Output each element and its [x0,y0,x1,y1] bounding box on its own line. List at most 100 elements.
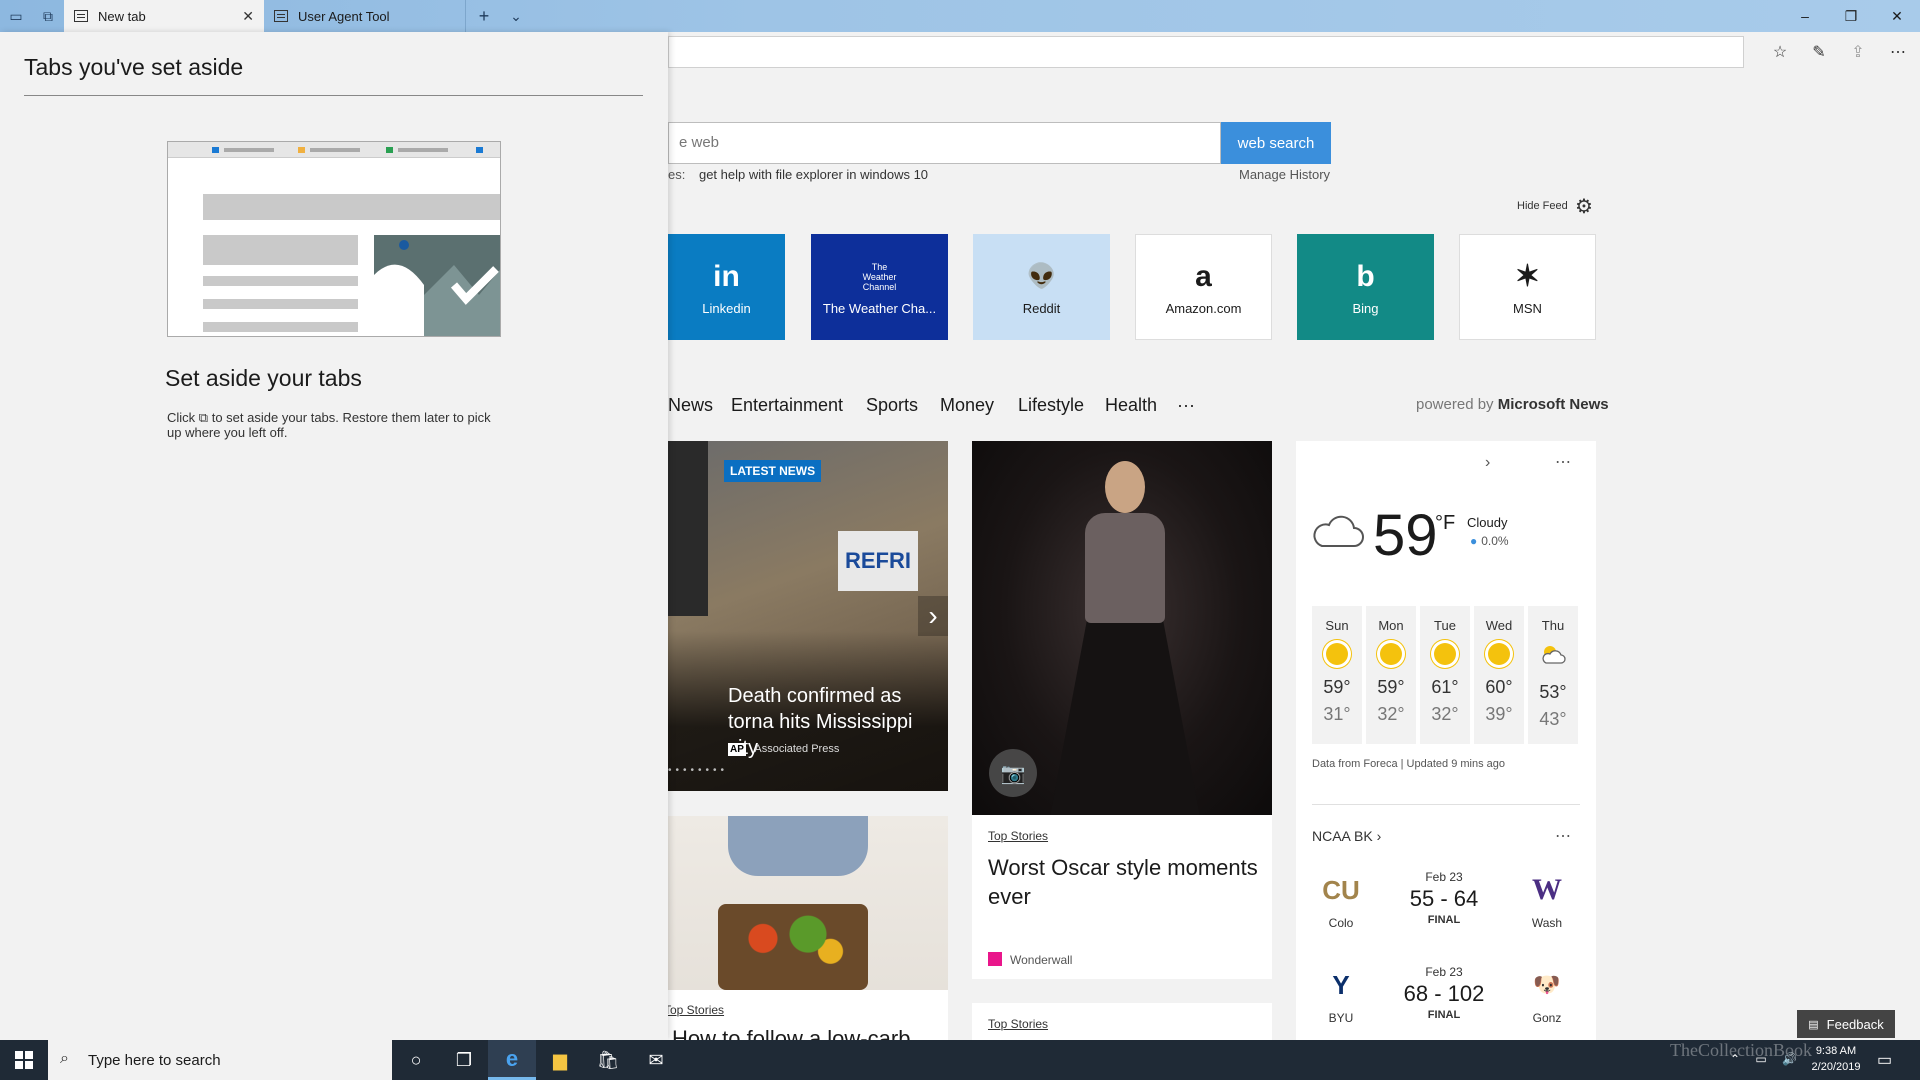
clock[interactable]: 9:38 AM 2/20/2019 [1808,1043,1864,1075]
camera-icon[interactable]: 📷 [989,749,1037,797]
category-sports[interactable]: Sports [866,395,918,416]
hide-feed-link[interactable]: Hide Feed [1517,200,1568,212]
cortana-icon[interactable]: ○ [392,1040,440,1080]
top-site-msn[interactable]: ✶ MSN [1459,234,1596,340]
top-site-label: Reddit [1022,300,1061,316]
forecast-low: 43° [1539,709,1567,729]
weather-footer[interactable]: Data from Foreca | Updated 9 mins ago [1312,758,1505,770]
top-site-reddit[interactable]: 👽 Reddit [973,234,1110,340]
feedback-button[interactable]: ▤ Feedback [1797,1010,1895,1038]
illustration-line [203,235,358,265]
forecast-day[interactable]: Mon 59° 32° [1366,606,1416,744]
set-aside-tabs-icon[interactable]: ⧉ [32,0,64,32]
clock-date: 2/20/2019 [1811,1061,1861,1073]
category-money[interactable]: Money [940,395,994,416]
team-away[interactable]: W Wash [1517,870,1577,930]
trending-searches: es: get help with file explorer in windo… [668,167,928,182]
story-title[interactable]: Worst Oscar style moments ever [988,853,1258,911]
taskbar-search-input[interactable]: Type here to search [48,1040,392,1080]
category-health[interactable]: Health [1105,395,1157,416]
photo-shape [728,816,868,876]
more-icon[interactable]: ⋯ [1882,38,1914,66]
team-away[interactable]: 🐶 Gonz [1517,965,1577,1025]
action-center-icon[interactable]: ▭ [1877,1050,1892,1070]
gear-icon[interactable]: ⚙ [1575,194,1593,219]
category-entertainment[interactable]: Entertainment [731,395,843,416]
team-name: BYU [1328,1011,1354,1025]
top-site-label: The Weather Cha... [822,300,937,316]
system-tray-icons[interactable]: ⌃ ▭ 🔊 [1730,1052,1803,1066]
category-news[interactable]: News [668,395,713,416]
web-search-input[interactable]: e web [668,122,1221,164]
lowcarb-story-image[interactable] [668,816,948,990]
chevron-right-icon: › [1376,828,1382,844]
team-name: Wash [1531,916,1563,930]
task-view-icon[interactable]: ❐ [440,1040,488,1080]
top-site-amazon[interactable]: a Amazon.com [1135,234,1272,340]
byu-logo-icon: Y [1332,969,1350,1000]
top-site-bing[interactable]: b Bing [1297,234,1434,340]
story-category-link[interactable]: Top Stories [664,1003,724,1017]
story-category-link[interactable]: Top Stories [988,1017,1048,1031]
reddit-icon: 👽 [1026,263,1057,290]
sun-icon [1488,643,1510,665]
share-icon[interactable]: ⇪ [1842,38,1874,66]
cloud-icon [1313,515,1364,547]
tab-preview-icon[interactable]: ▭ [0,0,32,32]
widget-more-icon[interactable]: ⋯ [1555,826,1573,846]
temperature-unit[interactable]: °F [1435,512,1455,535]
forecast-low: 39° [1485,704,1513,724]
web-search-button[interactable]: web search [1221,122,1331,164]
forecast-day-name: Wed [1485,618,1513,633]
start-button[interactable] [0,1040,48,1080]
team-home[interactable]: CU Colo [1311,870,1371,931]
chevron-right-icon[interactable]: › [1485,454,1490,472]
maximize-button[interactable]: ❐ [1828,0,1874,32]
trending-query-link[interactable]: get help with file explorer in windows 1… [699,167,928,182]
team-home[interactable]: Y BYU [1311,965,1371,1026]
divider [24,95,643,96]
forecast-day[interactable]: Thu 53° 43° [1528,606,1578,744]
forecast-day-name: Thu [1541,618,1565,633]
pen-icon[interactable]: ✎ [1803,38,1835,66]
ap-logo-icon: AP [728,743,746,756]
address-bar[interactable] [668,36,1744,68]
file-explorer-icon[interactable]: ▆ [536,1040,584,1080]
search-icon: ⌕ [60,1050,69,1067]
mail-icon[interactable]: ✉ [632,1040,680,1080]
favorites-star-icon[interactable]: ☆ [1764,38,1796,66]
tab-user-agent-tool[interactable]: User Agent Tool [264,0,466,32]
category-lifestyle[interactable]: Lifestyle [1018,395,1084,416]
top-site-weather-channel[interactable]: The Weather Channel The Weather Cha... [811,234,948,340]
top-site-linkedin[interactable]: in Linkedin [668,234,785,340]
tab-new-tab[interactable]: New tab ✕ [64,0,264,32]
chevron-down-icon[interactable]: ⌄ [500,0,532,32]
more-categories-button[interactable]: ··· [1177,395,1195,416]
story-category-link[interactable]: Top Stories [988,829,1048,843]
widget-more-icon[interactable]: ⋯ [1555,452,1573,472]
manage-history-link[interactable]: Manage History [1239,167,1330,182]
close-window-button[interactable]: ✕ [1874,0,1920,32]
game-date: Feb 23 [1425,870,1463,884]
story-source: Wonderwall [988,952,1072,967]
carousel-next-icon[interactable]: › [918,596,948,636]
edge-icon[interactable]: e [488,1040,536,1080]
forecast-day[interactable]: Sun 59° 31° [1312,606,1362,744]
carousel-dots[interactable]: •••••••• [668,765,728,776]
divider [1312,804,1580,805]
forecast-day[interactable]: Tue 61° 32° [1420,606,1470,744]
minimize-button[interactable]: – [1782,0,1828,32]
game-score[interactable]: Feb 23 68 - 102 FINAL [1389,965,1499,1021]
new-tab-plus-icon[interactable]: + [468,0,500,32]
photo-shape [1050,617,1200,815]
forecast-day[interactable]: Wed 60° 39° [1474,606,1524,744]
ncaa-title-label: NCAA BK [1312,828,1373,844]
store-icon[interactable]: 🛍 [584,1040,632,1080]
close-tab-icon[interactable]: ✕ [242,8,254,25]
weather-condition: Cloudy [1467,515,1508,530]
news-source: AP Associated Press [728,743,839,756]
game-score[interactable]: Feb 23 55 - 64 FINAL [1389,870,1499,926]
panel-title: Tabs you've set aside [24,54,244,80]
ncaa-title[interactable]: NCAA BK › [1312,828,1381,844]
forecast-day-name: Mon [1378,618,1404,633]
